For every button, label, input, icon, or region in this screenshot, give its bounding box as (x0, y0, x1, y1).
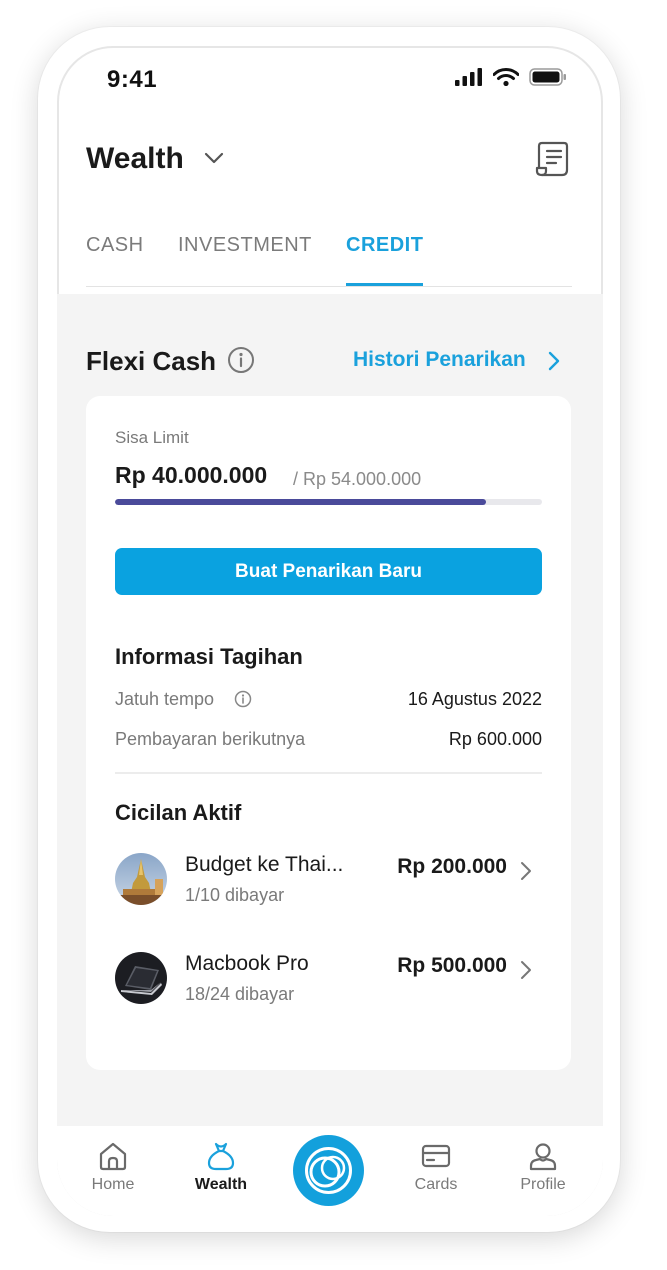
app-logo-icon (305, 1147, 352, 1194)
installment-row[interactable]: Macbook Pro 18/24 dibayar Rp 500.000 (115, 946, 542, 1006)
money-bag-icon (207, 1142, 235, 1171)
due-date-label: Jatuh tempo (115, 689, 215, 709)
installment-name: Budget ke Thai... (185, 853, 344, 876)
wifi-icon (493, 68, 519, 86)
installment-progress: 1/10 dibayar (185, 885, 285, 905)
statement-icon[interactable] (534, 140, 570, 178)
home-icon (99, 1142, 127, 1171)
nav-wealth-label: Wealth (194, 1176, 248, 1193)
limit-progress-fill (115, 499, 487, 505)
chevron-right-icon[interactable] (547, 350, 561, 372)
profile-icon (529, 1143, 557, 1171)
nav-profile[interactable]: Profile (498, 1140, 588, 1194)
tab-investment[interactable]: INVESTMENT (178, 234, 312, 257)
chevron-down-icon[interactable] (203, 150, 225, 166)
nav-wealth[interactable]: Wealth (176, 1140, 266, 1194)
phone-screen: 9:41 Wealth CASH INVESTMENT CREDIT Flexi… (57, 46, 603, 1216)
installment-progress: 18/24 dibayar (185, 984, 295, 1004)
active-tab-indicator (346, 283, 423, 286)
limit-total: / Rp 54.000.000 (293, 469, 422, 489)
card-icon (421, 1144, 451, 1168)
chevron-right-icon (521, 961, 531, 979)
installment-amount: Rp 500.000 (397, 954, 507, 977)
nav-home-label: Home (91, 1176, 135, 1193)
tab-credit[interactable]: CREDIT (346, 234, 423, 257)
new-withdrawal-button[interactable]: Buat Penarikan Baru (115, 548, 542, 595)
flexi-cash-title: Flexi Cash (86, 346, 217, 376)
flexi-cash-card: Sisa Limit Rp 40.000.000 / Rp 54.000.000… (86, 396, 571, 1070)
due-date-value: 16 Agustus 2022 (407, 689, 542, 709)
next-payment-value: Rp 600.000 (448, 729, 542, 749)
status-icons (455, 68, 567, 86)
temple-photo-icon (115, 853, 167, 905)
tab-cash[interactable]: CASH (86, 234, 144, 257)
limit-progress-bar (115, 499, 542, 505)
history-link[interactable]: Histori Penarikan (353, 348, 526, 372)
nav-cards-label: Cards (414, 1176, 458, 1193)
nav-cards[interactable]: Cards (391, 1140, 481, 1194)
bottom-navigation: Home Wealth Cards Profile (57, 1126, 603, 1216)
divider (115, 772, 542, 774)
next-payment-label: Pembayaran berikutnya (115, 729, 306, 749)
nav-home[interactable]: Home (68, 1140, 158, 1194)
main-action-button[interactable] (293, 1135, 364, 1206)
info-icon[interactable] (227, 346, 255, 374)
tab-bar: CASH INVESTMENT CREDIT (86, 234, 572, 287)
limit-label: Sisa Limit (115, 428, 189, 447)
installment-row[interactable]: Budget ke Thai... 1/10 dibayar Rp 200.00… (115, 847, 542, 907)
laptop-photo-icon (115, 952, 167, 1004)
installment-name: Macbook Pro (185, 952, 309, 975)
signal-icon (455, 68, 482, 86)
installment-amount: Rp 200.000 (397, 855, 507, 878)
active-installments-title: Cicilan Aktif (115, 800, 242, 825)
billing-title: Informasi Tagihan (115, 644, 303, 669)
page-title[interactable]: Wealth (86, 142, 184, 176)
credit-content: Flexi Cash Histori Penarikan Sisa Limit … (57, 294, 603, 1126)
info-icon[interactable] (234, 690, 252, 708)
nav-profile-label: Profile (520, 1176, 566, 1193)
chevron-right-icon (521, 862, 531, 880)
battery-icon (529, 68, 566, 86)
limit-amount: Rp 40.000.000 (115, 462, 268, 488)
status-time: 9:41 (107, 66, 158, 93)
